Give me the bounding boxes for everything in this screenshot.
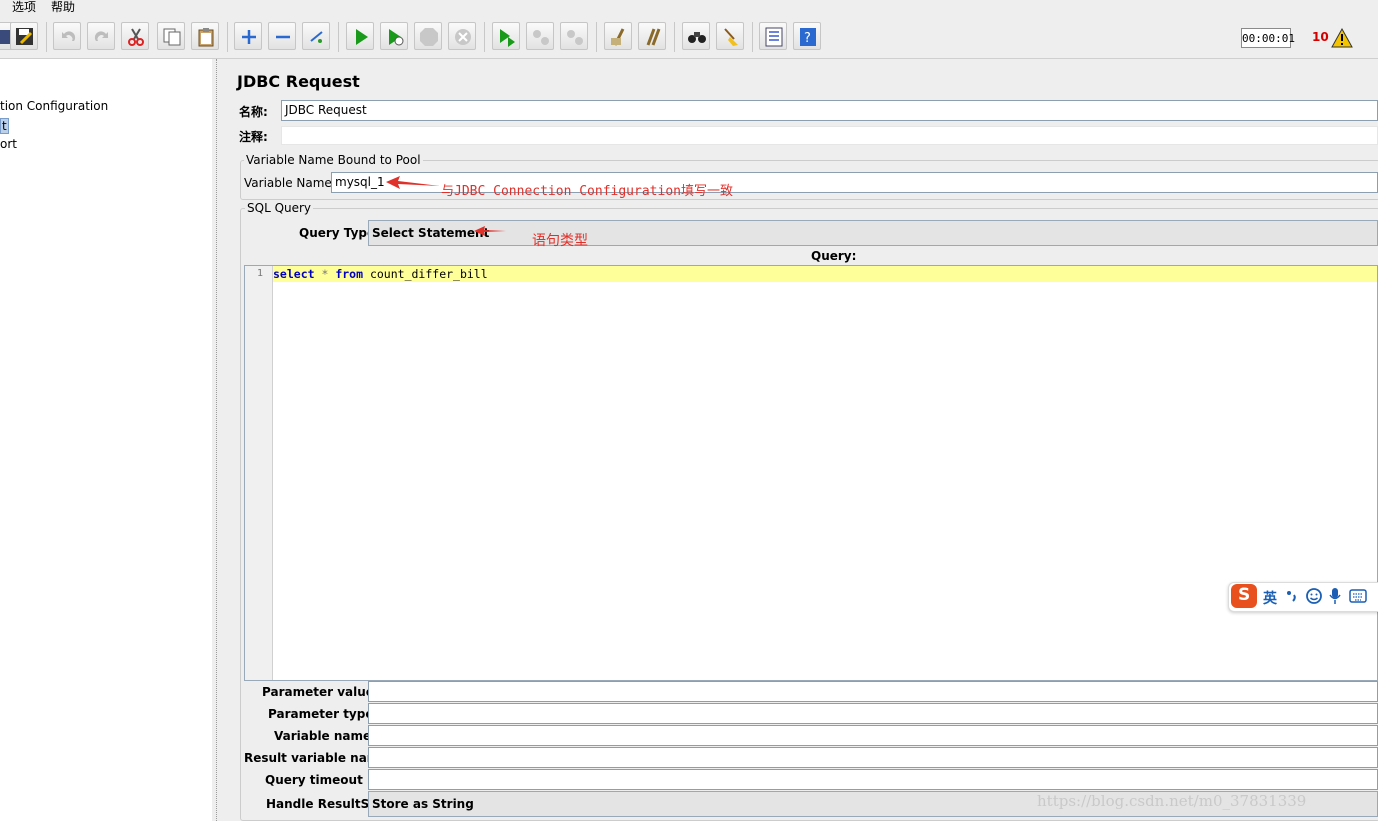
annotation-arrow-icon [386,176,440,189]
search-icon [688,32,706,43]
clear-icon [611,28,625,46]
split-pane-divider[interactable] [212,59,226,821]
undo-button[interactable] [53,22,81,50]
sql-operator: * [314,267,336,281]
pool-group-title: Variable Name Bound to Pool [244,153,423,167]
parameter-values-field[interactable] [368,681,1378,702]
elapsed-timer: 00:00:01 [1241,28,1295,48]
query-timeout-field[interactable] [368,769,1378,790]
clear-button[interactable] [604,22,632,50]
save-icon [16,28,33,45]
sql-keyword: from [335,267,364,281]
reset-search-button[interactable] [716,22,744,50]
tree-item-report[interactable]: ort [0,137,17,151]
page-title: JDBC Request [237,72,360,91]
expand-button[interactable] [234,22,262,50]
variable-name-label: Variable Name: [244,176,336,190]
undo-icon [62,31,76,41]
svg-text:?: ? [804,31,811,46]
collapse-icon [276,35,290,39]
sql-code-line: select * from count_differ_bill [273,267,488,281]
menu-options[interactable]: 选项 [12,0,36,14]
shutdown-icon [455,29,471,45]
variable-names-field[interactable] [368,725,1378,746]
remote-start-button[interactable] [492,22,520,50]
start-no-pause-button[interactable] [380,22,408,50]
function-helper-button[interactable] [759,22,787,50]
sql-editor[interactable]: 1 select * from count_differ_bill [244,265,1378,681]
tree-item-selected[interactable]: t [0,118,9,134]
start-no-pause-icon [389,29,404,46]
remote-shutdown-icon [567,30,583,45]
keyboard-icon[interactable] [1349,589,1367,603]
cut-button[interactable] [121,22,149,50]
sql-table: count_differ_bill [363,267,488,281]
expand-icon [242,30,256,44]
type-annotation: 语句类型 [532,233,588,249]
menu-help[interactable]: 帮助 [51,0,75,14]
ime-toolbar[interactable]: S 英 [1228,582,1378,612]
watermark: https://blog.csdn.net/m0_37831339 [1037,792,1307,810]
collapse-button[interactable] [268,22,296,50]
line-number-gutter: 1 [245,266,273,680]
remote-shutdown-button[interactable] [560,22,588,50]
error-count: 10 [1312,30,1329,44]
pool-annotation-text: 与JDBC Connection Configuration填写一致 [441,184,733,199]
save-button[interactable] [10,22,38,50]
query-type-select[interactable]: Select Statement [368,220,1378,246]
stop-icon [420,28,438,46]
name-label: 名称: [239,105,268,119]
pool-annotation: 与JDBC Connection Configuration填写一致 [441,180,733,199]
clear-all-button[interactable] [638,22,666,50]
remote-stop-icon [533,30,549,45]
clear-all-icon [646,28,661,46]
help-button[interactable]: ? [793,22,821,50]
line-number: 1 [256,268,263,279]
redo-button[interactable] [87,22,115,50]
menu-bar: 选项 帮助 [0,0,1378,18]
comment-field[interactable] [281,126,1378,145]
sql-group-title: SQL Query [245,201,314,215]
start-button[interactable] [346,22,374,50]
toolbar: ? 00:00:01 10 [0,18,1378,59]
function-helper-icon [765,27,783,47]
ime-logo: S [1238,585,1251,605]
sql-keyword: select [273,267,315,281]
comment-label: 注释: [239,130,268,144]
test-plan-tree: tion Configuration t ort [0,59,212,821]
toggle-button[interactable] [302,22,330,50]
result-variable-field[interactable] [368,747,1378,768]
toggle-icon [310,31,323,43]
cut-icon [128,28,144,46]
shutdown-button[interactable] [448,22,476,50]
emoji-icon[interactable] [1306,588,1322,604]
search-button[interactable] [682,22,710,50]
paste-button[interactable] [191,22,219,50]
punctuation-icon[interactable] [1285,589,1299,603]
query-label: Query: [811,249,857,263]
parameter-types-field[interactable] [368,703,1378,724]
reset-search-icon [724,28,738,46]
tree-item-connection-config[interactable]: tion Configuration [0,99,108,113]
remote-start-icon [500,29,515,47]
ime-language[interactable]: 英 [1263,588,1277,608]
copy-button[interactable] [157,22,185,50]
variable-names-label: Variable names: [274,729,384,743]
paste-icon [198,28,214,47]
name-field[interactable]: JDBC Request [281,100,1378,121]
copy-icon [163,28,181,46]
microphone-icon[interactable] [1328,587,1342,605]
stop-button[interactable] [414,22,442,50]
start-icon [356,29,368,45]
remote-stop-button[interactable] [526,22,554,50]
redo-icon [94,31,108,41]
annotation-arrow-icon [474,226,506,236]
warning-icon[interactable] [1331,28,1353,48]
help-icon: ? [800,28,816,46]
